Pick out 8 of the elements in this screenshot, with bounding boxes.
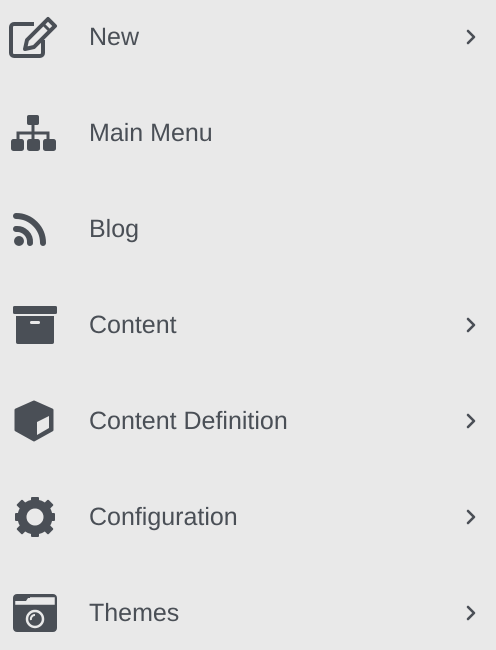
menu-item[interactable]: Configuration — [8, 469, 476, 565]
menu-item[interactable]: Themes — [8, 565, 476, 650]
edit-icon — [8, 16, 60, 58]
menu-item[interactable]: Content — [8, 277, 476, 373]
menu-item[interactable]: Main Menu — [8, 85, 476, 181]
menu-item[interactable]: Blog — [8, 181, 476, 277]
menu-item[interactable]: New — [8, 0, 476, 85]
menu-item[interactable]: Content Definition — [8, 373, 476, 469]
